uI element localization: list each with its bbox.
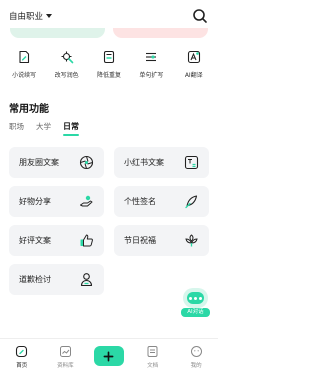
- feather-pen-icon: [185, 195, 198, 209]
- text-box-icon: [184, 155, 199, 170]
- chat-bubble-icon: [183, 288, 208, 308]
- quick-tool-label: 单句扩写: [139, 72, 164, 79]
- feature-card-good-review[interactable]: 好评文案: [9, 225, 104, 256]
- quick-tool-sentence-expand[interactable]: 单句扩写: [131, 50, 171, 90]
- ai-chat-fab[interactable]: AI对话: [181, 288, 210, 318]
- ai-chat-label: AI对话: [181, 308, 210, 317]
- nav-label: 我的: [190, 363, 202, 369]
- feature-card-apology[interactable]: 道歉检讨: [9, 264, 104, 295]
- nav-home[interactable]: 首页: [4, 345, 40, 369]
- career-selector-label: 自由职业: [9, 12, 44, 22]
- feature-card-label: 朋友圈文案: [19, 158, 59, 167]
- feature-card-label: 小红书文案: [124, 158, 164, 167]
- feature-card-label: 个性签名: [124, 197, 156, 206]
- nav-label: 文档: [147, 363, 159, 369]
- quick-tool-label: 改写润色: [54, 72, 79, 79]
- nav-label: 资料库: [57, 363, 74, 369]
- quick-tool-rewrite[interactable]: 改写润色: [47, 50, 87, 90]
- feature-card-signature[interactable]: 个性签名: [114, 186, 209, 217]
- feature-card-good-share[interactable]: 好物分享: [9, 186, 104, 217]
- nav-documents[interactable]: 文档: [135, 345, 171, 369]
- tab-workplace[interactable]: 职场: [9, 121, 24, 132]
- nav-create[interactable]: [91, 345, 127, 366]
- expand-sliders-icon: [146, 52, 157, 62]
- document-icon: [147, 346, 158, 357]
- search-icon[interactable]: [192, 8, 208, 24]
- feature-card-moments[interactable]: 朋友圈文案: [9, 147, 104, 178]
- tab-university[interactable]: 大学: [36, 121, 51, 132]
- thumbs-up-icon: [80, 234, 93, 247]
- feature-card-festival-wishes[interactable]: 节日祝福: [114, 225, 209, 256]
- home-icon: [16, 345, 28, 358]
- feature-card-label: 道歉检讨: [19, 275, 51, 284]
- document-minus-icon: [103, 50, 115, 64]
- banner-card-left[interactable]: [10, 28, 105, 38]
- feature-card-xiaohongshu[interactable]: 小红书文案: [114, 147, 209, 178]
- feature-card-label: 好评文案: [19, 236, 51, 245]
- quick-tools-row: 小说续写 改写润色 降低重复 单句扩写 AI翻译: [0, 50, 218, 90]
- profile-icon: [190, 346, 202, 357]
- tab-daily[interactable]: 日常: [63, 121, 79, 136]
- quick-tool-reduce-repetition[interactable]: 降低重复: [89, 50, 129, 90]
- quick-tool-label: AI翻译: [184, 72, 203, 79]
- flower-icon: [185, 234, 198, 247]
- library-icon: [59, 346, 71, 357]
- banner-card-right[interactable]: [113, 28, 208, 38]
- nav-profile[interactable]: 我的: [178, 345, 214, 369]
- section-title: 常用功能: [9, 104, 49, 115]
- bottom-nav: 首页 资料库 文档 我的: [0, 338, 218, 375]
- translate-icon: [187, 50, 200, 64]
- hand-gift-icon: [80, 195, 93, 207]
- feature-card-label: 节日祝福: [124, 236, 156, 245]
- plus-icon: [93, 346, 124, 366]
- top-bar: 自由职业: [0, 0, 218, 30]
- document-pen-icon: [19, 50, 30, 64]
- career-selector[interactable]: 自由职业: [9, 10, 53, 22]
- quick-tool-label: 小说续写: [12, 72, 37, 79]
- nav-library[interactable]: 资料库: [47, 345, 83, 369]
- quick-tool-ai-translate[interactable]: AI翻译: [174, 50, 214, 90]
- quick-tool-novel-continue[interactable]: 小说续写: [4, 50, 44, 90]
- feature-card-label: 好物分享: [19, 197, 51, 206]
- person-sorry-icon: [80, 273, 93, 287]
- aperture-icon: [79, 155, 94, 170]
- nav-label: 首页: [16, 363, 28, 369]
- magic-wand-icon: [61, 51, 73, 64]
- caret-down-icon: [46, 14, 53, 18]
- category-tabs: 职场 大学 日常: [9, 121, 91, 136]
- quick-tool-label: 降低重复: [96, 72, 121, 79]
